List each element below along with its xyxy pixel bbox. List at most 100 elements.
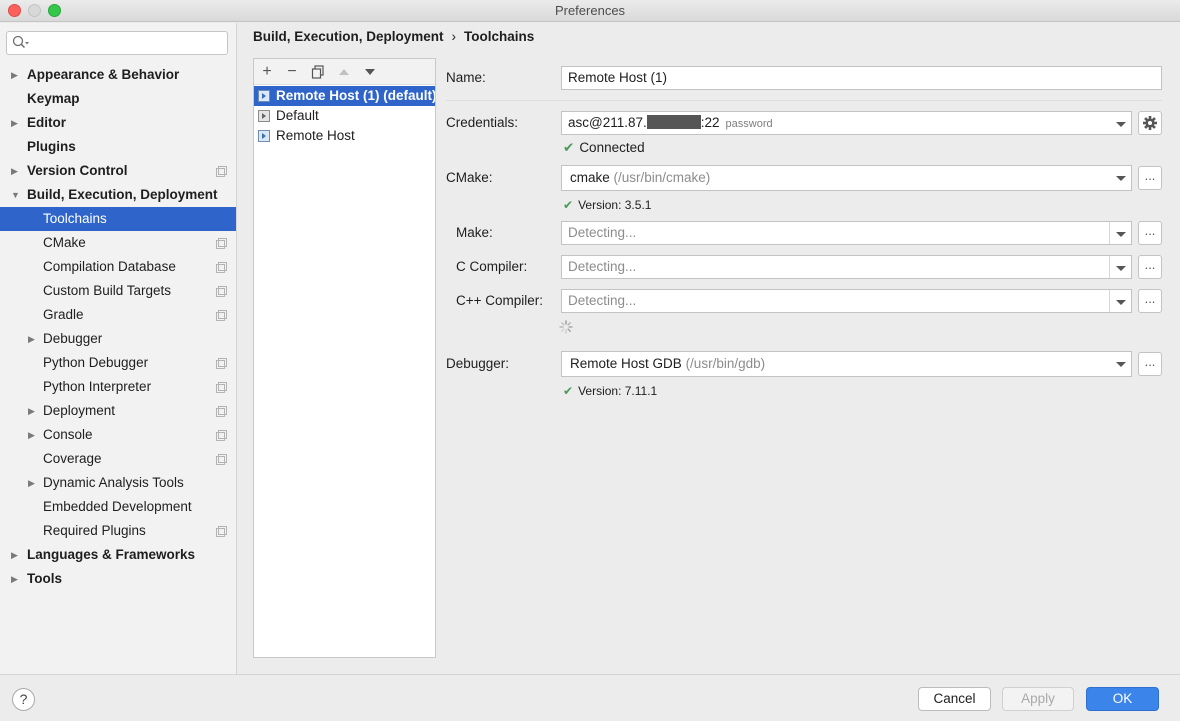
sidebar-item-plugins[interactable]: Plugins [0, 135, 236, 159]
debugger-browse-button[interactable]: ... [1138, 352, 1162, 376]
chevron-right-icon[interactable]: ▶ [11, 63, 18, 87]
sidebar-item-version-control[interactable]: ▶ Version Control [0, 159, 236, 183]
move-up-button[interactable] [334, 62, 354, 82]
cmake-path: (/usr/bin/cmake) [614, 170, 711, 185]
cpp-compiler-dropdown[interactable]: Detecting... [561, 289, 1132, 313]
move-down-button[interactable] [360, 62, 380, 82]
c-compiler-browse-button[interactable]: ... [1138, 255, 1162, 279]
window-close-button[interactable] [8, 4, 21, 17]
sidebar-item-build-execution-deployment[interactable]: ▼Build, Execution, Deployment [0, 183, 236, 207]
sidebar-item-label: Version Control [27, 163, 128, 178]
apply-button[interactable]: Apply [1002, 687, 1074, 711]
connection-status: ✔ Connected [563, 139, 645, 157]
sidebar-item-appearance-behavior[interactable]: ▶Appearance & Behavior [0, 63, 236, 87]
sidebar-item-python-debugger[interactable]: Python Debugger [0, 351, 236, 375]
redacted-ip-block [647, 115, 701, 129]
chevron-right-icon[interactable]: ▶ [28, 471, 35, 495]
cmake-dropdown[interactable]: cmake (/usr/bin/cmake) [561, 165, 1132, 191]
sidebar-item-languages-frameworks[interactable]: ▶Languages & Frameworks [0, 543, 236, 567]
sidebar-item-dynamic-analysis-tools[interactable]: ▶Dynamic Analysis Tools [0, 471, 236, 495]
debugger-version: ✔ Version: 7.11.1 [563, 382, 657, 400]
add-toolchain-button[interactable]: + [257, 62, 277, 82]
search-icon [12, 35, 30, 51]
name-input[interactable]: Remote Host (1) [561, 66, 1162, 90]
gear-icon [1139, 112, 1161, 134]
dialog-footer: ? Cancel Apply OK [0, 674, 1180, 721]
sidebar-item-embedded-development[interactable]: Embedded Development [0, 495, 236, 519]
credentials-dropdown[interactable]: asc@211.87.:22password [561, 111, 1132, 135]
sidebar-item-label: CMake [43, 235, 86, 250]
project-scope-icon [216, 310, 226, 320]
cancel-button[interactable]: Cancel [918, 687, 991, 711]
loading-spinner-icon [559, 320, 573, 334]
credentials-host-suffix: :22 [701, 115, 720, 130]
toolchain-label: Default [276, 108, 319, 123]
search-input[interactable] [31, 34, 223, 52]
sidebar-item-console[interactable]: ▶Console [0, 423, 236, 447]
remove-toolchain-button[interactable]: − [282, 62, 302, 82]
settings-search[interactable] [6, 31, 228, 55]
breadcrumb-current: Toolchains [464, 29, 534, 44]
sidebar-item-cmake[interactable]: CMake [0, 231, 236, 255]
chevron-right-icon[interactable]: ▶ [28, 423, 35, 447]
chevron-right-icon[interactable]: ▶ [11, 567, 18, 591]
credentials-auth-hint: password [726, 118, 773, 130]
window-zoom-button[interactable] [48, 4, 61, 17]
chevron-down-icon[interactable]: ▼ [11, 183, 20, 207]
sidebar-item-label: Plugins [27, 139, 76, 154]
settings-tree: ▶Appearance & BehaviorKeymap▶Editor Plugi… [0, 63, 236, 591]
copy-toolchain-button[interactable] [308, 62, 328, 82]
copy-icon [311, 65, 325, 79]
debugger-dropdown[interactable]: Remote Host GDB (/usr/bin/gdb) [561, 351, 1132, 377]
sidebar-item-label: Python Interpreter [43, 379, 151, 394]
toolchain-list-item[interactable]: Remote Host [254, 126, 435, 146]
sidebar-item-label: Required Plugins [43, 523, 146, 538]
help-button[interactable]: ? [12, 688, 35, 711]
check-icon: ✔ [563, 140, 574, 155]
arrow-up-icon [338, 67, 350, 77]
cpp-compiler-browse-button[interactable]: ... [1138, 289, 1162, 313]
debugger-value: Remote Host GDB [570, 356, 682, 371]
chevron-right-icon[interactable]: ▶ [11, 543, 18, 567]
sidebar-item-gradle[interactable]: Gradle [0, 303, 236, 327]
sidebar-item-label: Gradle [43, 307, 84, 322]
chevron-down-icon [1109, 112, 1131, 134]
project-scope-icon [216, 430, 226, 440]
credentials-settings-button[interactable] [1138, 111, 1162, 135]
toolchain-list-toolbar: + − [254, 59, 435, 85]
make-browse-button[interactable]: ... [1138, 221, 1162, 245]
project-scope-icon [216, 358, 226, 368]
ok-button[interactable]: OK [1086, 687, 1159, 711]
connection-status-text: Connected [579, 140, 644, 155]
sidebar-item-label: Custom Build Targets [43, 283, 171, 298]
sidebar-item-tools[interactable]: ▶ Tools [0, 567, 236, 591]
sidebar-item-toolchains[interactable]: Toolchains [0, 207, 236, 231]
chevron-right-icon[interactable]: ▶ [28, 399, 35, 423]
breadcrumb-parent[interactable]: Build, Execution, Deployment [253, 29, 444, 44]
sidebar-item-deployment[interactable]: ▶Deployment [0, 399, 236, 423]
c-compiler-dropdown[interactable]: Detecting... [561, 255, 1132, 279]
sidebar-item-python-interpreter[interactable]: Python Interpreter [0, 375, 236, 399]
sidebar-item-compilation-database[interactable]: Compilation Database [0, 255, 236, 279]
sidebar-item-required-plugins[interactable]: Required Plugins [0, 519, 236, 543]
sidebar-item-debugger[interactable]: ▶Debugger [0, 327, 236, 351]
cmake-browse-button[interactable]: ... [1138, 166, 1162, 190]
title-bar: Preferences [0, 0, 1180, 22]
chevron-right-icon[interactable]: ▶ [28, 327, 35, 351]
sidebar-item-editor[interactable]: ▶Editor [0, 111, 236, 135]
sidebar-item-label: Tools [27, 571, 62, 586]
toolchain-list-item[interactable]: Remote Host (1) (default) [254, 86, 435, 106]
check-icon: ✔ [563, 384, 573, 398]
window-minimize-button[interactable] [28, 4, 41, 17]
chevron-right-icon[interactable]: ▶ [11, 111, 18, 135]
make-dropdown[interactable]: Detecting... [561, 221, 1132, 245]
debugger-version-text: Version: 7.11.1 [578, 384, 657, 398]
project-scope-icon [216, 454, 226, 464]
sidebar-item-coverage[interactable]: Coverage [0, 447, 236, 471]
sidebar-item-label: Coverage [43, 451, 102, 466]
toolchain-list-item[interactable]: Default [254, 106, 435, 126]
sidebar-item-keymap[interactable]: Keymap [0, 87, 236, 111]
sidebar-item-custom-build-targets[interactable]: Custom Build Targets [0, 279, 236, 303]
chevron-right-icon[interactable]: ▶ [11, 159, 18, 183]
chevron-down-icon [1109, 222, 1131, 244]
